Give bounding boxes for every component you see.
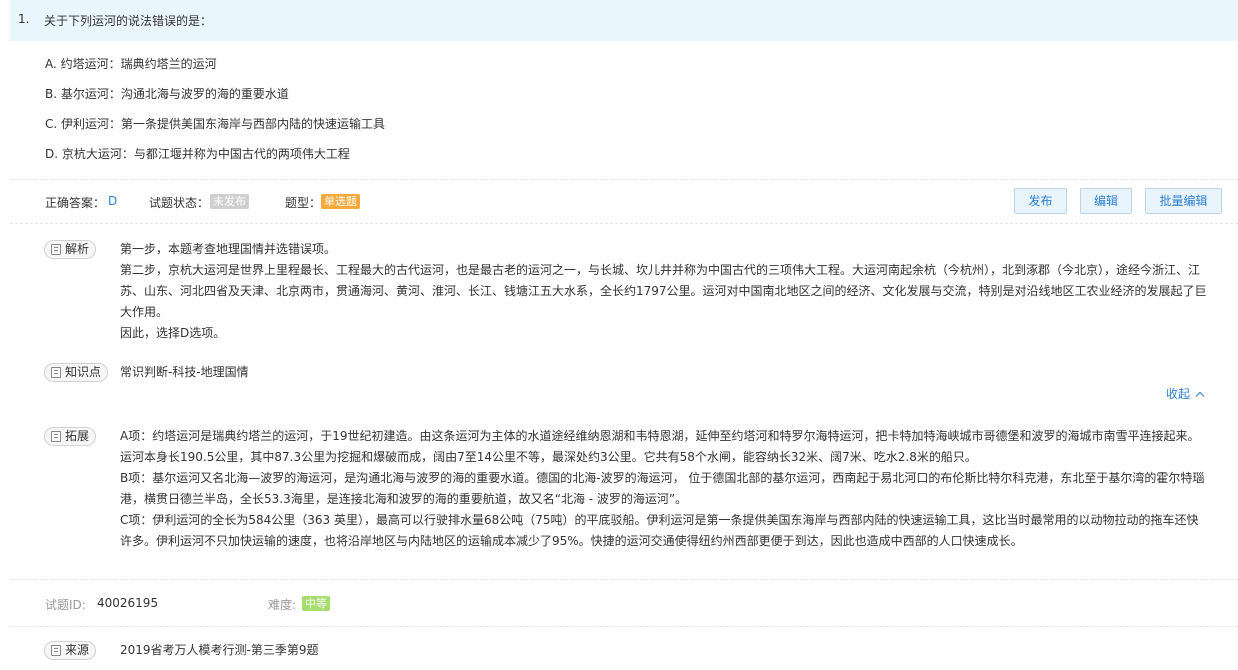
- analysis-line: 第二步，京杭大运河是世界上里程最长、工程最大的古代运河，也是最古老的运河之一，与…: [120, 263, 1207, 319]
- edit-button[interactable]: 编辑: [1080, 188, 1132, 214]
- option-b: B. 基尔运河：沟通北海与波罗的海的重要水道: [45, 87, 289, 101]
- question-stem: 关于下列运河的说法错误的是：: [44, 14, 213, 28]
- analysis-tag: 解析: [44, 240, 97, 259]
- analysis-line: 第一步，本题考查地理国情并选错误项。: [120, 242, 337, 256]
- divider: [10, 223, 1238, 224]
- collapse-label: 收起: [1166, 387, 1191, 401]
- divider: [10, 626, 1238, 627]
- option-d: D. 京杭大运河：与都江堰并称为中国古代的两项伟大工程: [45, 147, 350, 161]
- question-id-label: 试题ID:: [45, 598, 86, 612]
- question-id-value: 40026195: [97, 596, 159, 610]
- extension-text: A项：约塔运河是瑞典约塔兰的运河，于19世纪初建造。由这条运河为主体的水道途经维…: [120, 426, 1210, 552]
- source-icon: [51, 645, 61, 656]
- divider: [10, 579, 1238, 580]
- extension-line: B项：基尔运河又名北海—波罗的海运河，是沟通北海与波罗的海的重要水道。德国的北海…: [120, 471, 1205, 506]
- extension-line: C项：伊利运河的全长为584公里（363 英里），最高可以行驶排水量68公吨（7…: [120, 513, 1199, 548]
- source-tag-label: 来源: [65, 643, 90, 657]
- status-label: 试题状态：: [149, 196, 210, 210]
- question-number: 1.: [18, 12, 30, 26]
- document-icon: [51, 244, 61, 255]
- batch-edit-button[interactable]: 批量编辑: [1145, 188, 1222, 214]
- divider: [10, 179, 1238, 180]
- extension-line: A项：约塔运河是瑞典约塔兰的运河，于19世纪初建造。由这条运河为主体的水道途经维…: [120, 429, 1200, 464]
- book-icon: [51, 367, 61, 378]
- source-value: 2019省考万人模考行测-第三季第9题: [120, 643, 319, 657]
- option-a: A. 约塔运河：瑞典约塔兰的运河: [45, 57, 217, 71]
- type-badge: 单选题: [321, 194, 360, 209]
- option-c: C. 伊利运河：第一条提供美国东海岸与西部内陆的快速运输工具: [45, 117, 386, 131]
- answer-label: 正确答案：: [45, 196, 106, 210]
- publish-button[interactable]: 发布: [1014, 188, 1067, 214]
- answer-value: D: [108, 194, 118, 208]
- extension-tag: 拓展: [44, 427, 97, 446]
- extension-tag-label: 拓展: [65, 429, 90, 443]
- knowledge-value: 常识判断-科技-地理国情: [120, 365, 249, 379]
- knowledge-tag: 知识点: [44, 363, 109, 382]
- analysis-tag-label: 解析: [65, 242, 90, 256]
- difficulty-badge: 中等: [302, 596, 330, 611]
- analysis-text: 第一步，本题考查地理国情并选错误项。 第二步，京杭大运河是世界上里程最长、工程最…: [120, 239, 1210, 344]
- type-label: 题型：: [285, 196, 322, 210]
- chevron-up-icon: [1195, 391, 1205, 401]
- source-tag: 来源: [44, 641, 97, 660]
- image-icon: [51, 431, 61, 442]
- collapse-toggle[interactable]: 收起: [1166, 385, 1205, 402]
- status-badge: 未发布: [210, 194, 249, 209]
- analysis-line: 因此，选择D选项。: [120, 326, 226, 340]
- knowledge-tag-label: 知识点: [65, 365, 102, 379]
- question-card: 1. 关于下列运河的说法错误的是： A. 约塔运河：瑞典约塔兰的运河 B. 基尔…: [0, 0, 1238, 670]
- difficulty-label: 难度:: [268, 598, 297, 612]
- question-header: 1. 关于下列运河的说法错误的是：: [10, 0, 1238, 41]
